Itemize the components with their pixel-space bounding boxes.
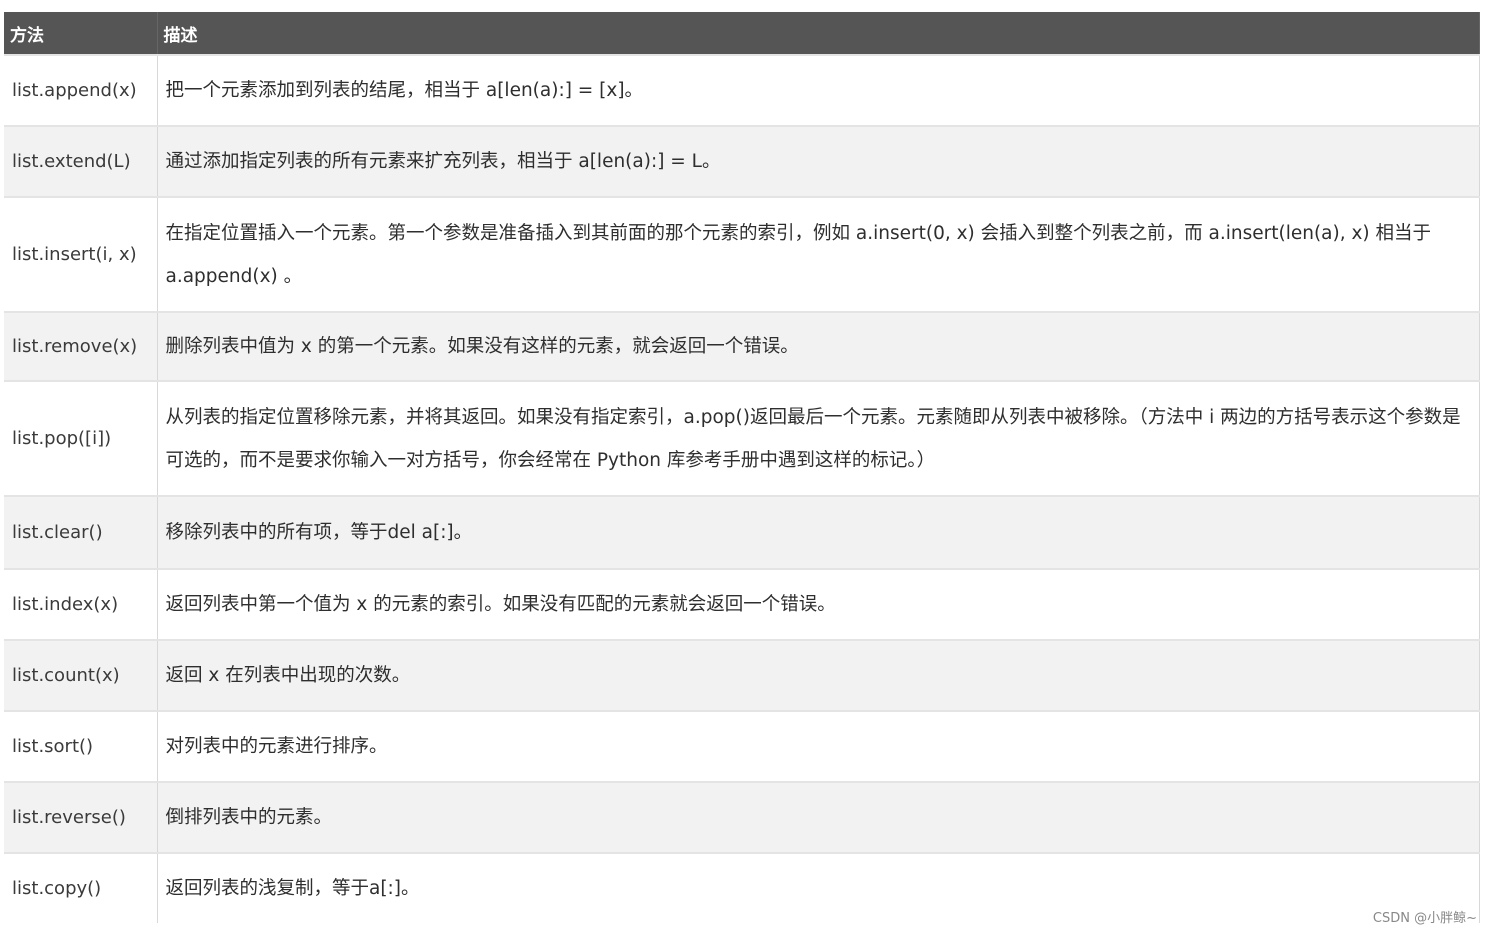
table-row: list.clear() 移除列表中的所有项，等于del a[:]。 [4, 495, 1480, 569]
description-cell: 返回 x 在列表中出现的次数。 [157, 639, 1480, 711]
method-cell: list.copy() [4, 852, 158, 923]
table-row: list.remove(x) 删除列表中值为 x 的第一个元素。如果没有这样的元… [4, 311, 1480, 381]
method-cell: list.pop([i]) [4, 380, 158, 496]
table-row: list.extend(L) 通过添加指定列表的所有元素来扩充列表，相当于 a[… [4, 125, 1480, 197]
table-row: list.append(x) 把一个元素添加到列表的结尾，相当于 a[len(a… [4, 54, 1480, 126]
table-row: list.insert(i, x) 在指定位置插入一个元素。第一个参数是准备插入… [4, 196, 1480, 312]
description-cell: 通过添加指定列表的所有元素来扩充列表，相当于 a[len(a):] = L。 [157, 125, 1480, 197]
description-cell: 删除列表中值为 x 的第一个元素。如果没有这样的元素，就会返回一个错误。 [157, 311, 1480, 381]
csdn-watermark: CSDN @小胖鲸~ [1372, 911, 1477, 926]
description-cell: 从列表的指定位置移除元素，并将其返回。如果没有指定索引，a.pop()返回最后一… [157, 380, 1480, 496]
description-cell: 返回列表的浅复制，等于a[:]。 [157, 852, 1480, 923]
header-description: 描述 [157, 12, 1480, 55]
method-cell: list.reverse() [4, 781, 158, 853]
table-header-row: 方法 描述 [4, 12, 1480, 55]
description-cell: 在指定位置插入一个元素。第一个参数是准备插入到其前面的那个元素的索引，例如 a.… [157, 196, 1480, 312]
header-method: 方法 [4, 12, 158, 55]
description-cell: 把一个元素添加到列表的结尾，相当于 a[len(a):] = [x]。 [157, 54, 1480, 126]
list-methods-table: 方法 描述 list.append(x) 把一个元素添加到列表的结尾，相当于 a… [4, 12, 1480, 923]
description-cell: 对列表中的元素进行排序。 [157, 710, 1480, 782]
method-cell: list.append(x) [4, 54, 158, 126]
description-cell: 移除列表中的所有项，等于del a[:]。 [157, 495, 1480, 569]
table-row: list.reverse() 倒排列表中的元素。 [4, 781, 1480, 853]
table-row: list.count(x) 返回 x 在列表中出现的次数。 [4, 639, 1480, 711]
method-cell: list.extend(L) [4, 125, 158, 197]
description-cell: 返回列表中第一个值为 x 的元素的索引。如果没有匹配的元素就会返回一个错误。 [157, 568, 1480, 640]
method-cell: list.index(x) [4, 568, 158, 640]
table-row: list.copy() 返回列表的浅复制，等于a[:]。 [4, 852, 1480, 923]
table-row: list.pop([i]) 从列表的指定位置移除元素，并将其返回。如果没有指定索… [4, 380, 1480, 496]
table-row: list.index(x) 返回列表中第一个值为 x 的元素的索引。如果没有匹配… [4, 568, 1480, 640]
description-cell: 倒排列表中的元素。 [157, 781, 1480, 853]
method-cell: list.clear() [4, 495, 158, 569]
method-cell: list.remove(x) [4, 311, 158, 381]
method-cell: list.insert(i, x) [4, 196, 158, 312]
method-cell: list.count(x) [4, 639, 158, 711]
table-row: list.sort() 对列表中的元素进行排序。 [4, 710, 1480, 782]
method-cell: list.sort() [4, 710, 158, 782]
methods-table-container: 方法 描述 list.append(x) 把一个元素添加到列表的结尾，相当于 a… [4, 12, 1480, 923]
